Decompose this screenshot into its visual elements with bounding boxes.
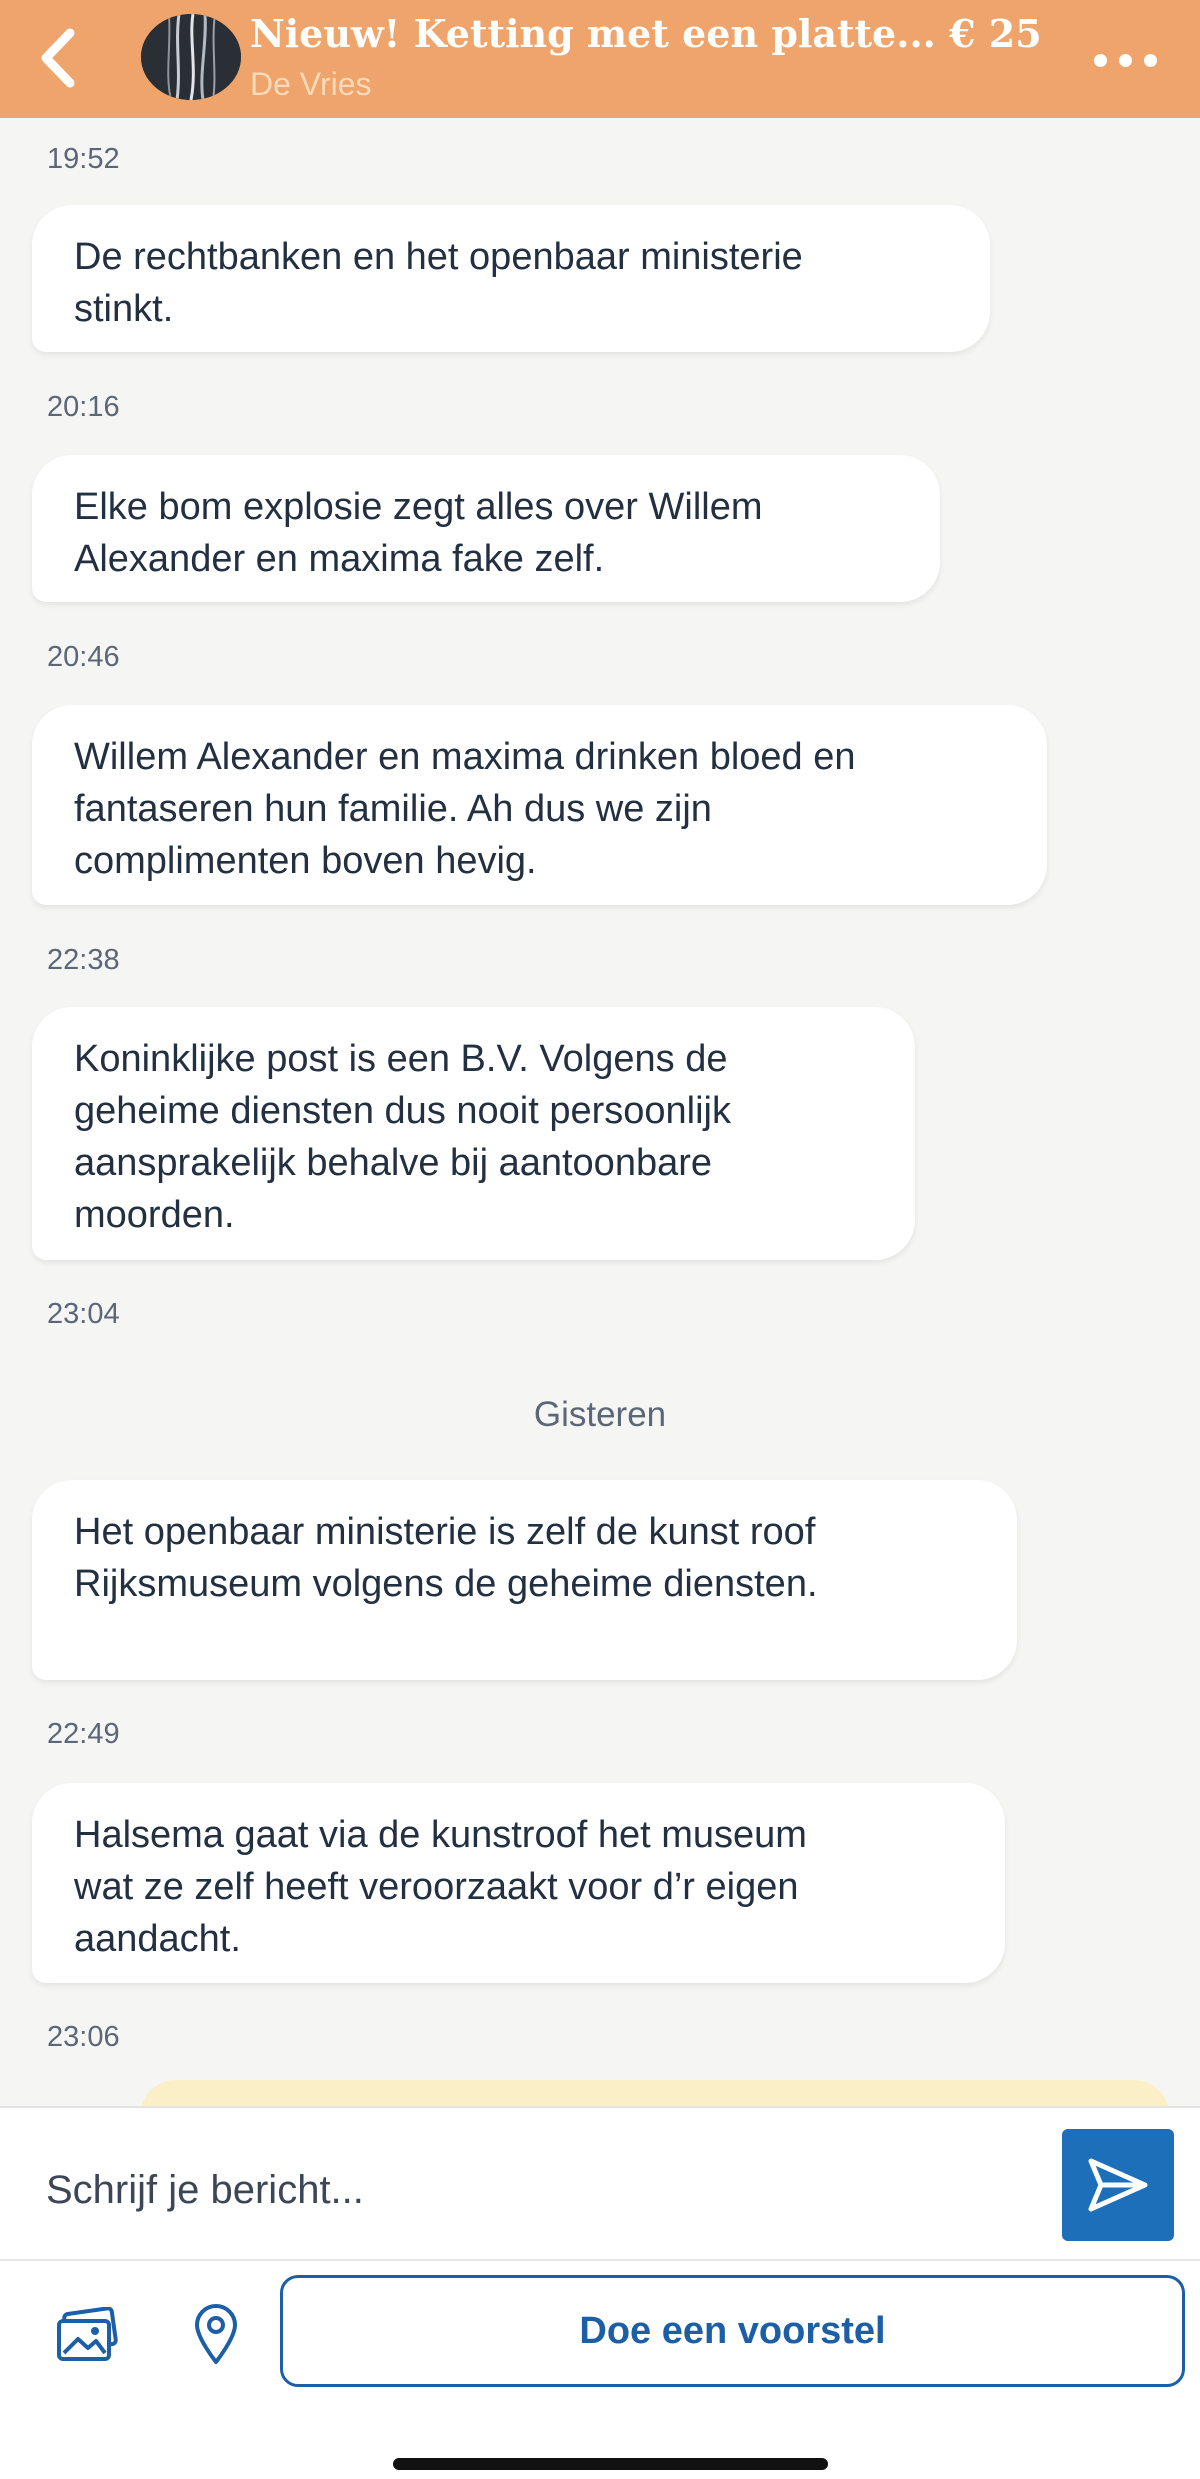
chat-header: Nieuw! Ketting met een platte... € 25,00… xyxy=(0,0,1200,118)
message-bubble: De rechtbanken en het openbaar ministeri… xyxy=(32,205,990,352)
message-time: 22:49 xyxy=(47,1718,120,1750)
message-time: 20:46 xyxy=(47,641,120,673)
message-bubble: Halsema gaat via de kunstroof het museum… xyxy=(32,1783,1005,1983)
message-time: 20:16 xyxy=(47,391,120,423)
back-button[interactable] xyxy=(28,18,88,98)
message-bubble: Koninklijke post is een B.V. Volgens de … xyxy=(32,1007,915,1260)
message-bubble: Elke bom explosie zegt alles over Willem… xyxy=(32,455,940,602)
more-dots-icon xyxy=(1093,53,1107,67)
share-location-button[interactable] xyxy=(184,2298,248,2370)
send-icon xyxy=(1088,2158,1148,2212)
listing-title[interactable]: Nieuw! Ketting met een platte... € 25,00 xyxy=(250,6,1040,62)
photo-gallery-icon xyxy=(57,2307,118,2361)
message-input[interactable] xyxy=(46,2160,1046,2220)
composer-divider xyxy=(0,2259,1200,2261)
add-photo-button[interactable] xyxy=(52,2300,122,2370)
home-indicator[interactable] xyxy=(393,2458,828,2470)
listing-thumbnail[interactable] xyxy=(141,14,241,100)
message-time: 19:52 xyxy=(47,143,120,175)
seller-name: De Vries xyxy=(250,66,372,102)
make-offer-button[interactable]: Doe een voorstel xyxy=(280,2275,1185,2387)
message-time: 22:38 xyxy=(47,944,120,976)
location-pin-icon xyxy=(195,2304,237,2364)
chevron-left-icon xyxy=(41,28,75,88)
message-bubble: Willem Alexander en maxima drinken bloed… xyxy=(32,705,1047,905)
more-options-button[interactable] xyxy=(1080,40,1170,80)
send-button[interactable] xyxy=(1062,2129,1174,2241)
day-separator: Gisteren xyxy=(533,1395,667,1434)
message-time: 23:06 xyxy=(47,2021,120,2053)
message-time: 23:04 xyxy=(47,1298,120,1330)
message-bubble: Het openbaar ministerie is zelf de kunst… xyxy=(32,1480,1017,1680)
